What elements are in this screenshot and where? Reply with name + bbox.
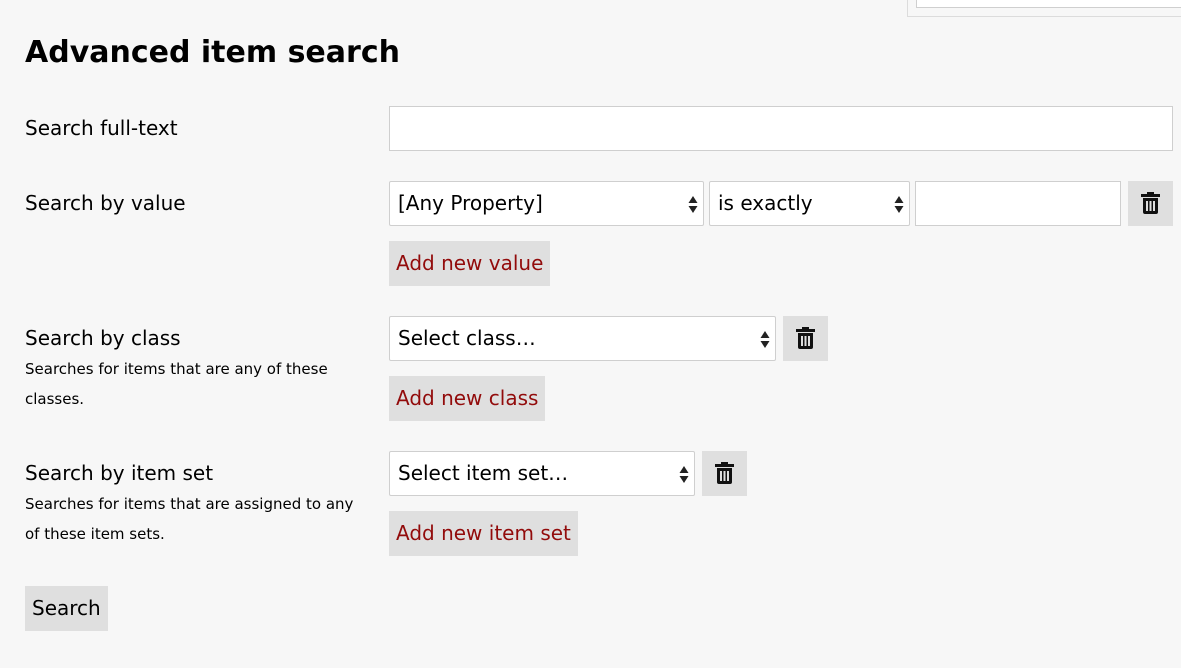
up-down-arrows-icon [688, 196, 698, 213]
remove-itemset-button[interactable] [702, 451, 747, 496]
property-select[interactable]: [Any Property] [389, 181, 704, 226]
add-new-class-button[interactable]: Add new class [389, 376, 546, 421]
fulltext-input[interactable] [389, 106, 1173, 151]
itemset-select[interactable]: Select item set… [389, 451, 695, 496]
trash-icon [1141, 192, 1160, 214]
class-select[interactable]: Select class… [389, 316, 776, 361]
remove-value-button[interactable] [1128, 181, 1173, 226]
value-search-label: Search by value [25, 191, 186, 215]
property-select-value: [Any Property] [398, 191, 543, 215]
class-search-description: Searches for items that are any of these… [25, 360, 328, 408]
trash-icon [715, 462, 734, 484]
fulltext-label: Search full-text [25, 116, 178, 140]
itemset-search-label: Search by item set [25, 461, 214, 485]
operator-select[interactable]: is exactly [709, 181, 910, 226]
operator-select-value: is exactly [718, 191, 813, 215]
add-new-itemset-button[interactable]: Add new item set [389, 511, 578, 556]
search-button[interactable]: Search [25, 586, 108, 631]
class-select-value: Select class… [398, 326, 536, 350]
up-down-arrows-icon [679, 466, 689, 483]
remove-class-button[interactable] [783, 316, 828, 361]
up-down-arrows-icon [760, 331, 770, 348]
trash-icon [796, 327, 815, 349]
page-title: Advanced item search [25, 35, 400, 70]
top-search-input[interactable] [916, 0, 1181, 8]
value-input[interactable] [915, 181, 1121, 226]
add-new-value-button[interactable]: Add new value [389, 241, 551, 286]
itemset-select-value: Select item set… [398, 461, 569, 485]
up-down-arrows-icon [894, 196, 904, 213]
itemset-search-description: Searches for items that are assigned to … [25, 495, 354, 543]
class-search-label: Search by class [25, 326, 181, 350]
